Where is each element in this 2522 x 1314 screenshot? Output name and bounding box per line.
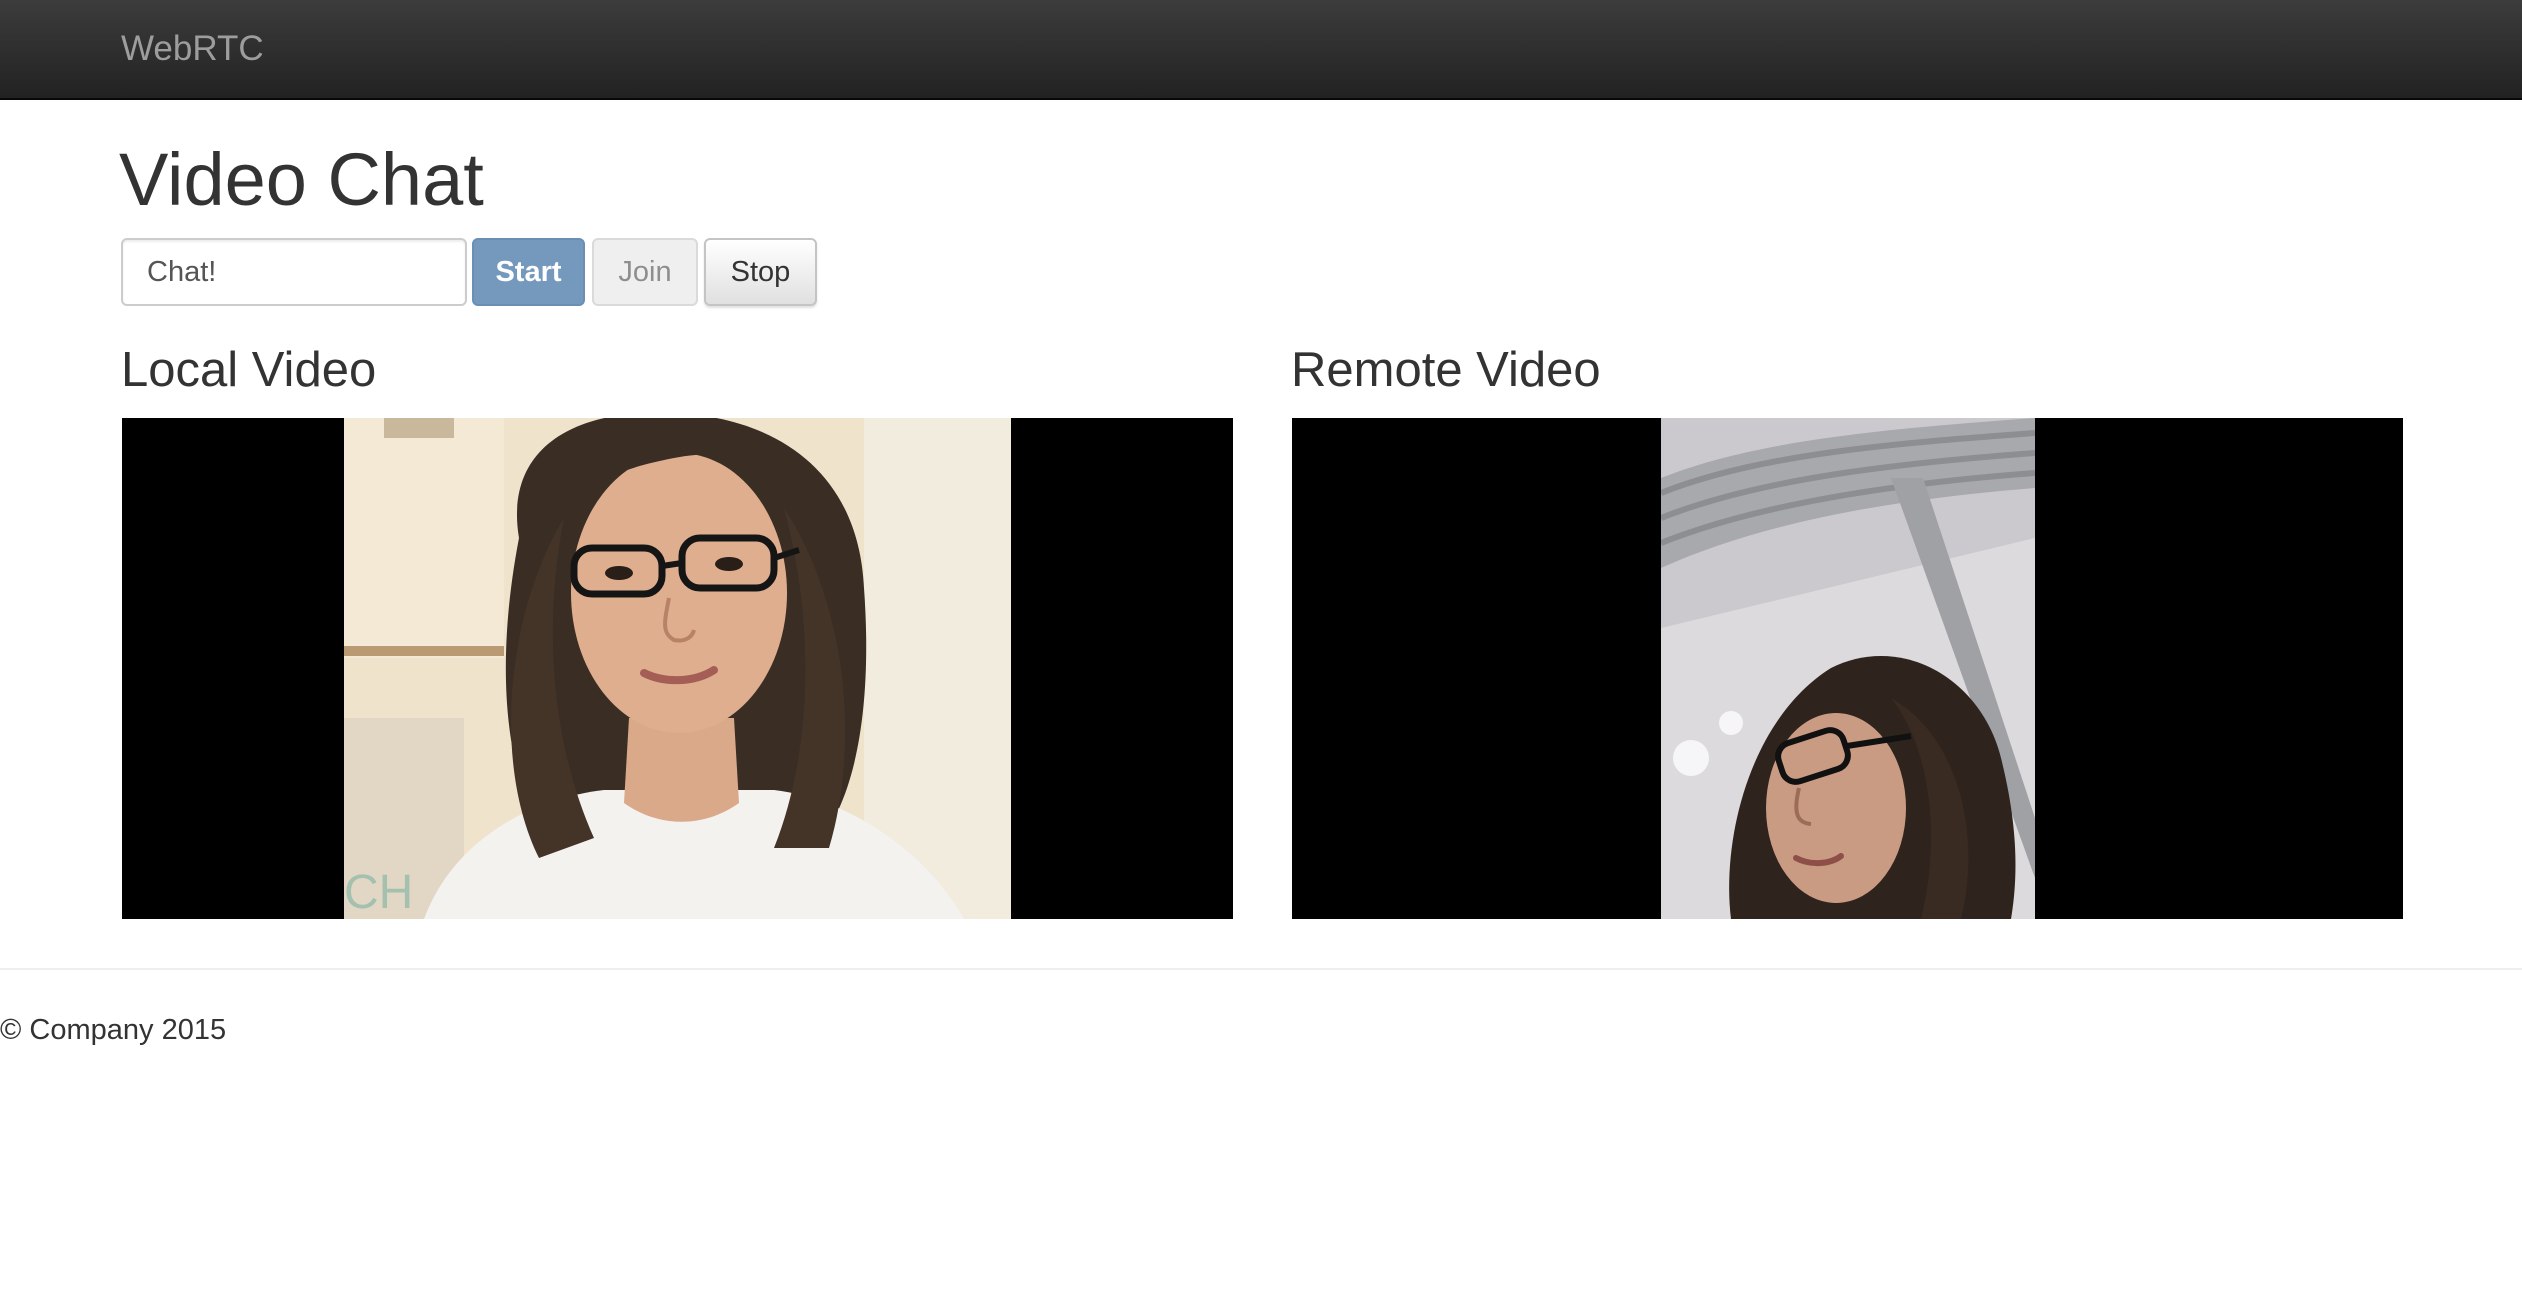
local-video-heading: Local Video: [121, 343, 377, 397]
remote-video: [1292, 418, 2403, 919]
local-camera-image: CH: [344, 418, 1011, 919]
remote-video-heading: Remote Video: [1291, 343, 1601, 397]
footer-copyright: © Company 2015: [0, 1014, 227, 1046]
stop-button[interactable]: Stop: [704, 238, 817, 306]
local-video-frame: CH: [344, 418, 1011, 919]
brand-link[interactable]: WebRTC: [121, 28, 264, 70]
remote-camera-image: [1661, 418, 2035, 919]
svg-text:CH: CH: [344, 866, 413, 919]
local-video: CH: [122, 418, 1233, 919]
remote-video-frame: [1661, 418, 2035, 919]
join-button[interactable]: Join: [592, 238, 698, 306]
room-input[interactable]: [121, 238, 467, 306]
start-button[interactable]: Start: [472, 238, 585, 306]
page-title: Video Chat: [119, 138, 484, 221]
footer-divider: [0, 968, 2522, 970]
top-navbar: WebRTC: [0, 0, 2522, 100]
